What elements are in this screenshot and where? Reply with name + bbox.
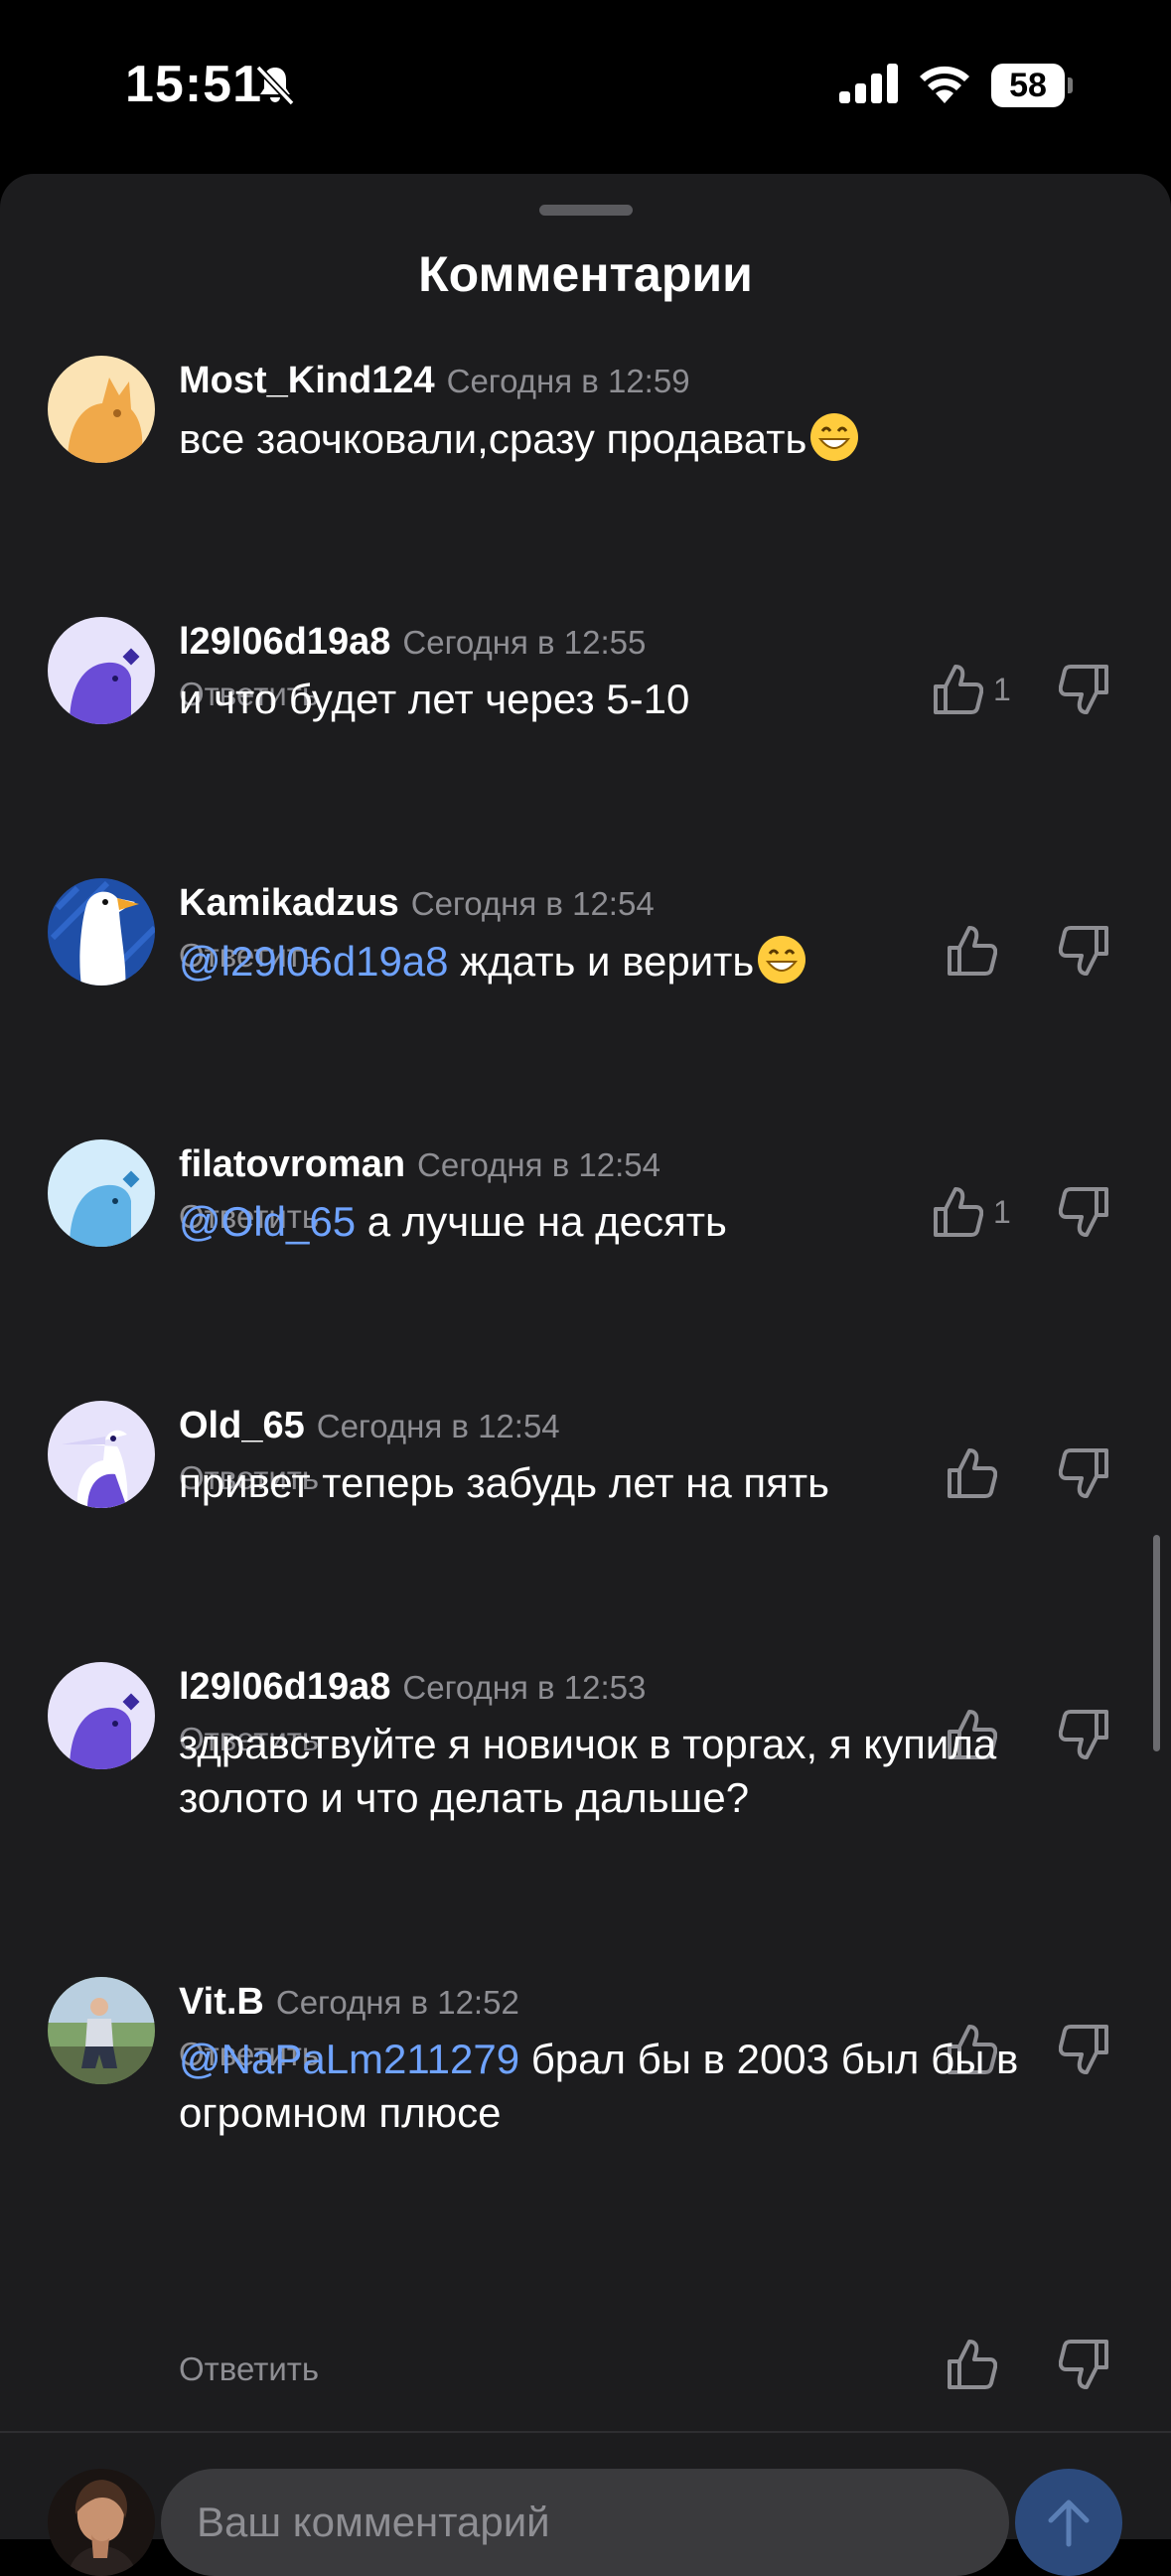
avatar[interactable] [48,1977,155,2084]
battery-tip [1068,77,1073,93]
avatar[interactable] [48,356,155,463]
comment-time: Сегодня в 12:54 [316,1408,560,1444]
status-bar: 15:51 58 [0,0,1171,174]
comment-time: Сегодня в 12:54 [417,1146,660,1183]
sheet-grabber[interactable] [539,205,633,216]
comment-text: @NaPaLm211279 брал бы в 2003 был бы в ог… [179,2033,1112,2140]
mention-link[interactable]: @NaPaLm211279 [179,2036,519,2082]
author-name[interactable]: Most_Kind124 [179,360,435,401]
comment-header: Most_Kind124 Сегодня в 12:59 [179,356,690,413]
comment-body: ждать и верить [448,938,755,985]
avatar[interactable] [48,1662,155,1769]
comment-text: и что будет лет через 5-10 [179,673,1112,726]
dislike-button[interactable] [1059,2334,1110,2395]
comment-text: привет теперь забудь лет на пять [179,1456,1112,1510]
comment-body: все заочковали,сразу продавать [179,415,807,462]
comment-header: l29l06d19a8 Сегодня в 12:55 [179,617,646,675]
comment-text: все заочковали,сразу продавать [179,411,1112,466]
avatar[interactable] [48,1139,155,1247]
comment-time: Сегодня в 12:55 [402,624,647,661]
comment-header: Vit.B Сегодня в 12:52 [179,1977,519,2035]
avatar[interactable] [48,1401,155,1508]
comment-body: привет теперь забудь лет на пять [179,1459,830,1506]
comment-text: здравствуйте я новичок в торгах, я купил… [179,1718,1112,1825]
comment-time: Сегодня в 12:59 [446,363,690,399]
comments-sheet: Комментарии Most_Kind124 Сегодня в 12:59 … [0,174,1171,2576]
comment-header: Old_65 Сегодня в 12:54 [179,1401,560,1458]
battery-icon: 58 [991,64,1073,107]
comment-header: Kamikadzus Сегодня в 12:54 [179,878,655,936]
author-name[interactable]: Vit.B [179,1981,264,2023]
comment-text: @l29l06d19a8 ждать и верить [179,934,1112,988]
avatar[interactable] [48,878,155,985]
comment-time: Сегодня в 12:53 [402,1669,647,1706]
author-name[interactable]: l29l06d19a8 [179,621,390,663]
author-name[interactable]: l29l06d19a8 [179,1666,390,1708]
scroll-indicator[interactable] [1153,1535,1160,1751]
mention-link[interactable]: @Old_65 [179,1198,356,1245]
thumbs-up-icon [948,2340,997,2389]
sheet-title: Комментарии [418,246,753,302]
thumbs-down-icon [1059,2340,1108,2389]
reply-button[interactable]: Ответить [179,2350,319,2388]
status-time: 15:51 [125,56,262,113]
battery-level: 58 [991,64,1065,107]
comment-header: l29l06d19a8 Сегодня в 12:53 [179,1662,646,1720]
user-avatar[interactable] [48,2469,155,2576]
like-button[interactable] [946,2334,997,2395]
composer-divider [0,2431,1171,2433]
comment-text: @Old_65 а лучше на десять [179,1195,1112,1249]
author-name[interactable]: Old_65 [179,1405,305,1446]
comment-body: и что будет лет через 5-10 [179,676,690,722]
comment-time: Сегодня в 12:52 [275,1984,519,2021]
grinning-emoji-icon [810,413,859,461]
comment-header: filatovroman Сегодня в 12:54 [179,1139,660,1197]
bell-slash-icon [252,62,298,112]
author-name[interactable]: Kamikadzus [179,882,399,924]
author-name[interactable]: filatovroman [179,1143,405,1185]
grinning-emoji-icon [758,936,806,984]
cellular-signal-icon [839,64,901,108]
wifi-icon [918,62,971,108]
comment-time: Сегодня в 12:54 [410,885,655,922]
comment-body: здравствуйте я новичок в торгах, я купил… [179,1721,997,1821]
mention-link[interactable]: @l29l06d19a8 [179,938,449,985]
avatar[interactable] [48,617,155,724]
comment-body: а лучше на десять [356,1198,727,1245]
arrow-up-icon [1048,2500,1090,2547]
comment-input[interactable] [161,2469,1009,2576]
send-button[interactable] [1015,2469,1122,2576]
